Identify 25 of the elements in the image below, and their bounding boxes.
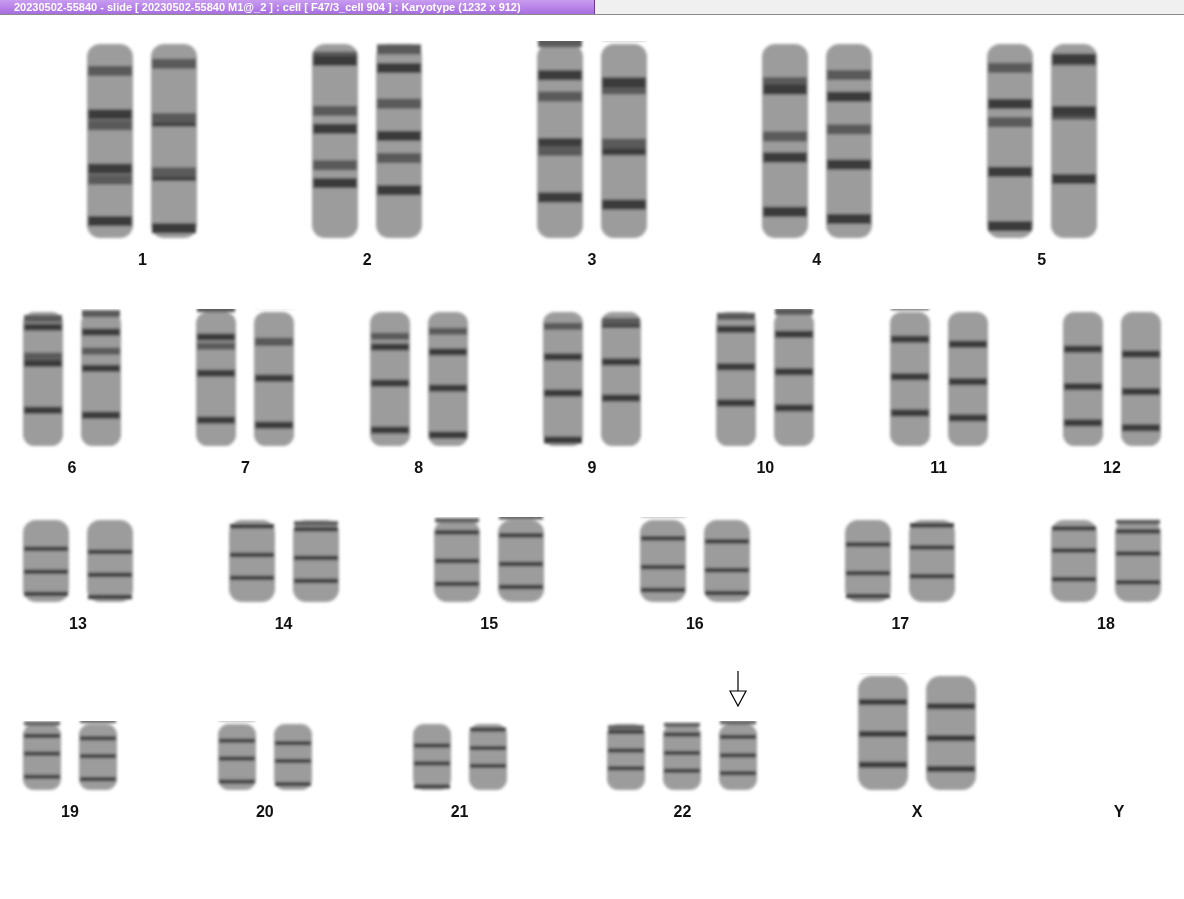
chromosome-label: 4 [812,251,822,269]
chromosome-label: 2 [362,251,372,269]
chromosome-label: 13 [69,615,87,633]
chromosome-label: 21 [450,803,469,821]
chromosome-label: 10 [756,459,775,477]
chromosome-label: 7 [240,459,250,477]
chromosome-label: 12 [1103,459,1121,477]
chromosome-label: 18 [1097,615,1115,633]
chromosome-label: 17 [891,615,910,633]
chromosome-label: 1 [137,251,147,269]
chromosome-label: 19 [61,803,79,821]
chromosome-label: X [911,803,923,821]
chromosome-label: 8 [414,459,424,477]
chromosome-label: 20 [255,803,274,821]
chromosome-label: Y [1113,803,1125,821]
chromosome-label: 5 [1037,251,1047,269]
chromosome-label: 11 [930,459,948,477]
chromosome-label: 6 [67,459,77,477]
window-title[interactable]: 20230502-55840 - slide [ 20230502-55840 M1@_2 ] : cell [ F47/3_cell 904 ] : Karyotype (1232 x 912) [0,0,595,14]
chromosome-label: 3 [587,251,597,269]
chromosome-label: 14 [274,615,293,633]
chromosome-label: 9 [587,459,597,477]
chromosome-label: 15 [480,615,499,633]
chromosome-label: 22 [673,803,692,821]
chromosome-label: 16 [685,615,704,633]
